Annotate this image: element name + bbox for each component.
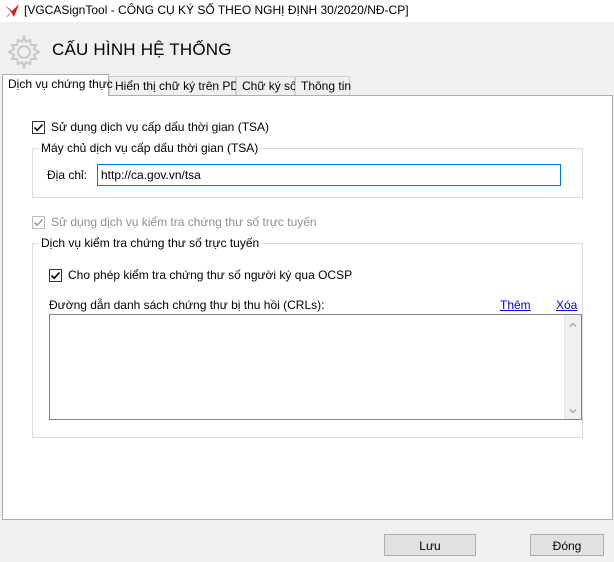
tab-information[interactable]: Thông tin xyxy=(295,76,351,96)
tsa-address-input[interactable] xyxy=(97,164,561,186)
online-check-group-title: Dịch vụ kiểm tra chứng thư số trực tuyến xyxy=(39,236,262,250)
page-title: CẤU HÌNH HỆ THỐNG xyxy=(52,40,232,59)
dialog-header: CẤU HÌNH HỆ THỐNG xyxy=(0,22,614,72)
ocsp-checkbox-label: Cho phép kiểm tra chứng thư số người ký … xyxy=(68,268,353,282)
tsa-checkbox[interactable] xyxy=(32,120,45,134)
close-button[interactable]: Đóng xyxy=(530,534,604,556)
ocsp-checkbox-row[interactable]: Cho phép kiểm tra chứng thư số người ký … xyxy=(49,268,352,282)
crl-list[interactable] xyxy=(49,314,582,420)
online-check-checkbox[interactable] xyxy=(32,215,45,229)
tsa-group-title: Máy chủ dịch vụ cấp dấu thời gian (TSA) xyxy=(39,141,261,155)
tab-pdf-signature-display[interactable]: Hiển thị chữ ký trên PDF xyxy=(109,76,246,96)
remove-crl-link[interactable]: Xóa xyxy=(556,298,577,312)
online-check-checkbox-row[interactable]: Sử dụng dịch vụ kiểm tra chứng thư số tr… xyxy=(32,215,317,229)
app-pen-icon xyxy=(4,3,20,19)
title-bar: [VGCASignTool - CÔNG CỤ KÝ SỐ THEO NGHỊ … xyxy=(0,0,614,22)
tsa-server-group: Máy chủ dịch vụ cấp dấu thời gian (TSA) … xyxy=(32,141,583,198)
tsa-checkbox-row[interactable]: Sử dụng dịch vụ cấp dấu thời gian (TSA) xyxy=(32,120,269,134)
add-crl-link[interactable]: Thêm xyxy=(500,298,531,312)
gear-icon xyxy=(6,34,42,70)
ocsp-checkbox[interactable] xyxy=(49,268,62,282)
window-title: [VGCASignTool - CÔNG CỤ KÝ SỐ THEO NGHỊ … xyxy=(24,3,409,17)
crl-list-scrollbar[interactable] xyxy=(564,315,581,419)
crl-label: Đường dẫn danh sách chứng thư bị thu hồi… xyxy=(49,298,325,312)
tab-authentication-service[interactable]: Dịch vụ chứng thực xyxy=(2,74,113,96)
scroll-up-icon[interactable] xyxy=(568,319,578,329)
save-button[interactable]: Lưu xyxy=(384,534,476,556)
tsa-checkbox-label: Sử dụng dịch vụ cấp dấu thời gian (TSA) xyxy=(51,120,270,134)
scroll-down-icon[interactable] xyxy=(568,405,578,415)
online-check-checkbox-label: Sử dụng dịch vụ kiểm tra chứng thư số tr… xyxy=(51,215,317,229)
tab-digital-signature[interactable]: Chữ ký số xyxy=(236,76,297,96)
online-check-group: Dịch vụ kiểm tra chứng thư số trực tuyến… xyxy=(32,236,583,438)
tab-panel: Sử dụng dịch vụ cấp dấu thời gian (TSA) … xyxy=(2,95,613,520)
address-label: Địa chỉ: xyxy=(47,168,88,182)
